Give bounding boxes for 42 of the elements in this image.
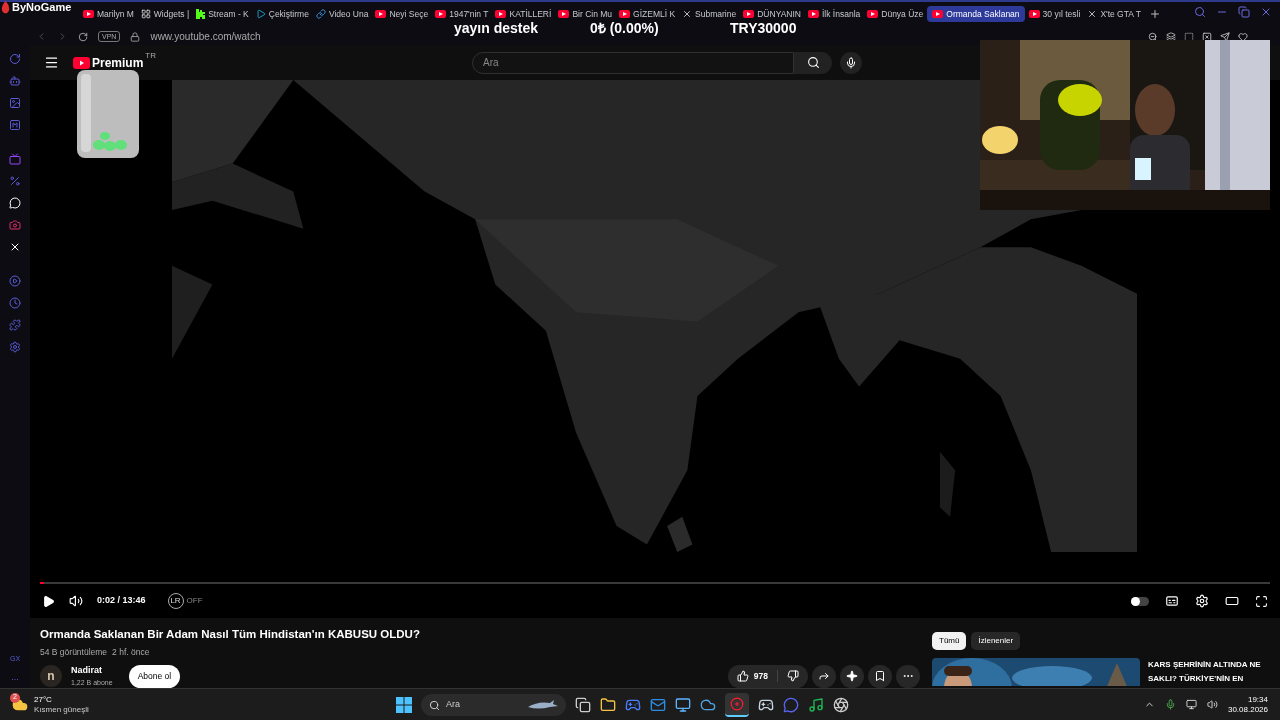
logo-text[interactable]: Premium xyxy=(92,53,144,72)
subscribe-button[interactable]: Abone ol xyxy=(128,664,181,688)
brand-logo: ByNoGame xyxy=(12,1,72,14)
browser-tab[interactable]: DÜNYANIN xyxy=(740,6,804,22)
browser-tab[interactable]: Neyi Seçe xyxy=(372,6,432,22)
browser-tab[interactable]: Submarine xyxy=(679,6,740,22)
browser-tab[interactable]: Çekiştirme xyxy=(252,6,312,22)
taskbar-search-field[interactable]: Ara xyxy=(421,694,566,716)
browser-tab[interactable]: Marilyn M xyxy=(80,6,137,22)
browser-tab[interactable]: Video Una xyxy=(312,6,372,22)
filter-chip[interactable]: İzlenenler xyxy=(971,632,1021,650)
weather-text: Kısmen güneşli xyxy=(34,704,89,715)
clock-time[interactable]: 19:34 xyxy=(1247,694,1268,705)
video-title: Ormanda Saklanan Bir Adam Nasıl Tüm Hindistan'ın KABUSU OLDU? xyxy=(40,627,421,642)
donation-goal: TRY30000 xyxy=(730,21,797,36)
browser-tab[interactable]: Ormanda Saklanan xyxy=(927,6,1025,22)
time-label: 0:02 / 13:46 xyxy=(97,594,146,608)
browser-tab[interactable]: GİZEMLİ K xyxy=(616,6,679,22)
channel-avatar[interactable]: n xyxy=(40,665,62,687)
browser-tab[interactable]: Bir Cin Mu xyxy=(555,6,616,22)
address-field[interactable]: www.youtube.com/watch xyxy=(150,29,261,44)
clock-date[interactable]: 30.08.2026 xyxy=(1227,704,1268,715)
region-label: TR xyxy=(145,49,157,62)
browser-tab[interactable]: İlk İnsanla xyxy=(805,6,864,22)
browser-tab[interactable]: Widgets | xyxy=(137,6,193,22)
temperature: 27°C xyxy=(34,694,53,705)
lr-state: OFF xyxy=(186,595,203,607)
channel-name[interactable]: Nadirat xyxy=(71,664,113,678)
donation-amount: 0₺ (0.00%) xyxy=(590,21,659,36)
browser-tab[interactable]: KATİLLERİ xyxy=(492,6,555,22)
browser-tab[interactable]: 30 yıl tesli xyxy=(1025,6,1084,22)
browser-tab[interactable]: X'te GTA T xyxy=(1084,6,1144,22)
browser-tab[interactable]: Dünya Üze xyxy=(864,6,927,22)
recommendation-title[interactable]: KARS ŞEHRİNİN ALTINDA NE SAKLI? TÜRKİYE'NİN EN xyxy=(1148,658,1270,686)
more-label[interactable]: ... xyxy=(11,670,19,684)
view-count: 54 B görüntüleme xyxy=(40,646,108,659)
browser-tab[interactable]: Stream - K xyxy=(193,6,252,22)
search-field[interactable]: Ara xyxy=(472,51,795,74)
browser-tab[interactable]: 1947'nin T xyxy=(432,6,492,22)
upload-age: 2 hf. önce xyxy=(112,646,150,659)
filter-chip[interactable]: Tümü xyxy=(932,632,967,650)
donation-label: yayın destek xyxy=(454,21,539,36)
